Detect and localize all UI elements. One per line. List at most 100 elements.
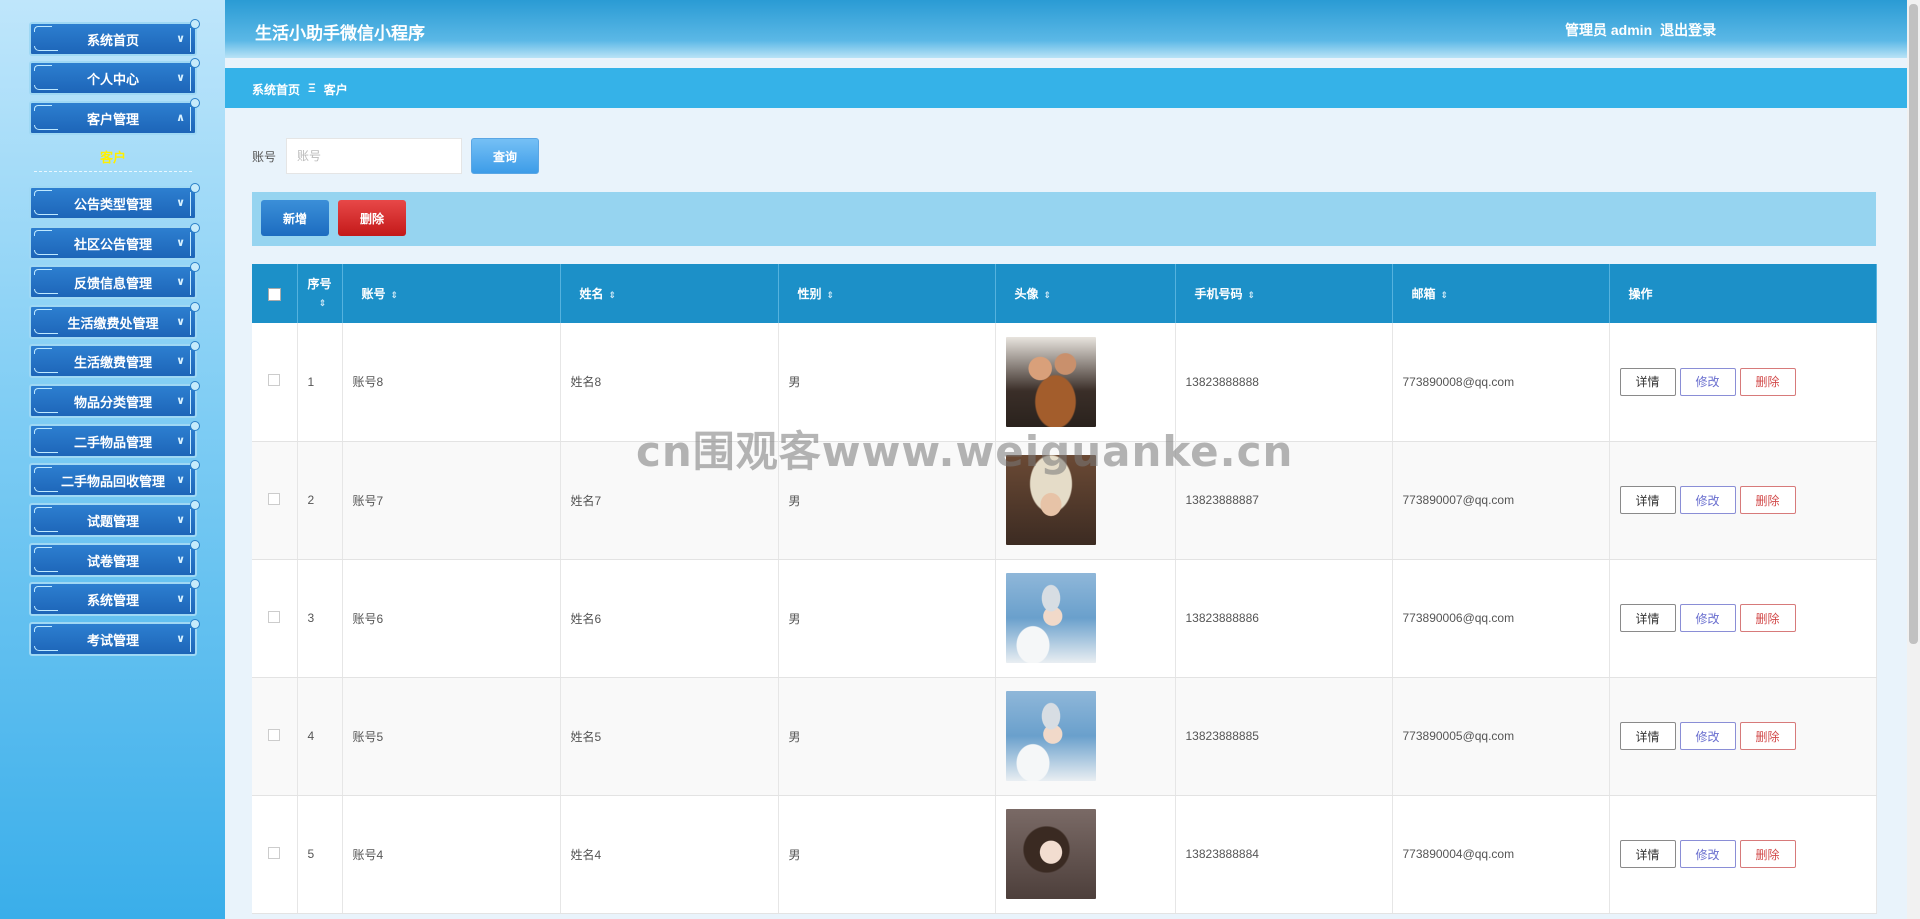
sort-icon[interactable]: ⇕ bbox=[1441, 290, 1448, 300]
select-all-header bbox=[252, 264, 298, 323]
sidebar-item-label: 试卷管理 bbox=[86, 553, 139, 569]
delete-button[interactable]: 删除 bbox=[1739, 840, 1796, 868]
cell-email: 773890008@qq.com bbox=[1392, 323, 1610, 442]
sidebar-item-papers[interactable]: ∨ 试卷管理 bbox=[29, 540, 200, 577]
detail-button[interactable]: 详情 bbox=[1619, 722, 1676, 750]
breadcrumb-separator-icon: Ξ bbox=[308, 81, 316, 95]
sidebar-item-questions[interactable]: ∨ 试题管理 bbox=[29, 500, 200, 537]
user-label: 管理员 admin bbox=[1565, 22, 1653, 38]
account-search-input[interactable] bbox=[286, 138, 462, 174]
chevron-down-icon: ∨ bbox=[176, 33, 185, 45]
detail-button[interactable]: 详情 bbox=[1619, 367, 1676, 396]
sidebar-item-label: 物品分类管理 bbox=[73, 394, 152, 410]
sidebar-item-secondhand[interactable]: ∨ 二手物品管理 bbox=[29, 421, 200, 458]
chevron-down-icon: ∨ bbox=[176, 72, 185, 84]
avatar[interactable] bbox=[1005, 691, 1096, 781]
detail-button[interactable]: 详情 bbox=[1619, 840, 1676, 868]
sidebar-item-exams[interactable]: ∨ 考试管理 bbox=[29, 619, 200, 656]
cell-index: 1 bbox=[297, 323, 343, 442]
delete-button[interactable]: 删除 bbox=[1739, 367, 1796, 396]
cell-index: 2 bbox=[297, 441, 343, 560]
sort-icon[interactable]: ⇕ bbox=[827, 290, 834, 300]
sort-icon[interactable]: ⇕ bbox=[1044, 290, 1051, 300]
chevron-down-icon: ∨ bbox=[176, 435, 185, 447]
sidebar-item-payment[interactable]: ∨ 生活缴费管理 bbox=[29, 341, 200, 378]
header-index-label: 序号 bbox=[307, 277, 332, 291]
sidebar-item-community-notice[interactable]: ∨ 社区公告管理 bbox=[29, 223, 200, 260]
header-account[interactable]: 账号 ⇕ bbox=[342, 264, 561, 323]
sidebar-item-payment-office[interactable]: ∨ 生活缴费处管理 bbox=[29, 302, 200, 339]
edit-button[interactable]: 修改 bbox=[1679, 722, 1736, 750]
delete-button[interactable]: 删除 bbox=[1739, 604, 1796, 632]
delete-button[interactable]: 删除 bbox=[1739, 722, 1796, 750]
breadcrumb: 系统首页 Ξ 客户 bbox=[252, 81, 348, 98]
detail-button[interactable]: 详情 bbox=[1619, 486, 1676, 514]
detail-button[interactable]: 详情 bbox=[1619, 604, 1676, 632]
cell-index: 3 bbox=[297, 559, 343, 678]
cell-account: 账号4 bbox=[342, 795, 561, 914]
watermark: cn围观客www.weiguanke.cn bbox=[636, 427, 1294, 476]
row-checkbox[interactable] bbox=[268, 374, 281, 387]
select-all-checkbox[interactable] bbox=[267, 287, 281, 301]
cell-gender: 男 bbox=[778, 559, 996, 678]
edit-button[interactable]: 修改 bbox=[1679, 840, 1736, 868]
row-checkbox[interactable] bbox=[268, 610, 281, 623]
sort-icon[interactable]: ⇕ bbox=[319, 298, 326, 308]
header-name[interactable]: 姓名 ⇕ bbox=[560, 264, 779, 323]
sidebar-subitem-customer[interactable]: 客户 bbox=[29, 147, 197, 166]
sidebar-item-home[interactable]: ∨ 系统首页 bbox=[29, 19, 200, 56]
avatar[interactable] bbox=[1005, 573, 1096, 663]
top-header: 生活小助手微信小程序 管理员 admin 退出登录 bbox=[225, 0, 1907, 58]
delete-button[interactable]: 删除 bbox=[1739, 486, 1796, 514]
logout-link[interactable]: 退出登录 bbox=[1660, 22, 1716, 38]
chevron-down-icon: ∨ bbox=[176, 197, 185, 209]
sort-icon[interactable]: ⇕ bbox=[609, 290, 616, 300]
header-avatar[interactable]: 头像 ⇕ bbox=[995, 264, 1176, 323]
breadcrumb-home-link[interactable]: 系统首页 bbox=[252, 81, 300, 98]
header-email[interactable]: 邮箱 ⇕ bbox=[1392, 264, 1610, 323]
edit-button[interactable]: 修改 bbox=[1679, 367, 1736, 396]
edit-button[interactable]: 修改 bbox=[1679, 486, 1736, 514]
sort-icon[interactable]: ⇕ bbox=[1248, 290, 1255, 300]
sidebar-item-personal-center[interactable]: ∨ 个人中心 bbox=[29, 58, 200, 95]
sidebar-item-notice-type[interactable]: ∨ 公告类型管理 bbox=[29, 183, 200, 220]
cell-ops: 详情 修改 删除 bbox=[1609, 323, 1877, 442]
sidebar-item-label: 反馈信息管理 bbox=[73, 275, 152, 291]
sidebar-item-item-category[interactable]: ∨ 物品分类管理 bbox=[29, 381, 200, 418]
header-name-label: 姓名 bbox=[579, 287, 604, 301]
sidebar-item-label: 生活缴费管理 bbox=[73, 354, 152, 370]
cell-email: 773890004@qq.com bbox=[1392, 795, 1610, 914]
sidebar-item-customer-management[interactable]: ∧ 客户管理 bbox=[29, 98, 200, 135]
search-button[interactable]: 查询 bbox=[471, 138, 539, 174]
sidebar-item-system[interactable]: ∨ 系统管理 bbox=[29, 579, 200, 616]
user-area: 管理员 admin 退出登录 bbox=[1565, 20, 1724, 40]
header-phone[interactable]: 手机号码 ⇕ bbox=[1175, 264, 1393, 323]
table-row: 5 账号4 姓名4 男 13823888884 773890004@qq.com… bbox=[252, 795, 1877, 914]
header-gender-label: 性别 bbox=[797, 287, 822, 301]
row-select-cell bbox=[252, 441, 298, 560]
chevron-down-icon: ∨ bbox=[176, 395, 185, 407]
header-ops: 操作 bbox=[1609, 264, 1877, 323]
row-checkbox[interactable] bbox=[268, 846, 281, 859]
cell-account: 账号8 bbox=[342, 323, 561, 442]
chevron-down-icon: ∨ bbox=[176, 355, 185, 367]
row-checkbox[interactable] bbox=[268, 492, 281, 505]
sidebar-item-secondhand-recycle[interactable]: ∨ 二手物品回收管理 bbox=[29, 460, 200, 497]
avatar[interactable] bbox=[1005, 336, 1096, 427]
row-select-cell bbox=[252, 677, 298, 796]
row-checkbox[interactable] bbox=[268, 728, 281, 741]
edit-button[interactable]: 修改 bbox=[1679, 604, 1736, 632]
batch-delete-button[interactable]: 删除 bbox=[338, 200, 406, 236]
header-index: 序号 ⇕ bbox=[297, 264, 343, 323]
search-label: 账号 bbox=[252, 150, 277, 164]
avatar[interactable] bbox=[1005, 809, 1096, 899]
sort-icon[interactable]: ⇕ bbox=[391, 290, 398, 300]
sidebar-item-label: 试题管理 bbox=[86, 513, 139, 529]
header-gender[interactable]: 性别 ⇕ bbox=[778, 264, 996, 323]
sidebar-item-feedback[interactable]: ∨ 反馈信息管理 bbox=[29, 262, 200, 299]
sidebar: ∨ 系统首页 ∨ 个人中心 ∧ 客户管理 客户 ∨ 公告类型管理 ∨ 社区公告管理 ∨ 反馈… bbox=[0, 0, 225, 919]
add-button[interactable]: 新增 bbox=[261, 200, 329, 236]
sidebar-divider bbox=[34, 171, 192, 172]
chevron-down-icon: ∨ bbox=[176, 276, 185, 288]
scrollbar-thumb[interactable] bbox=[1909, 4, 1918, 644]
